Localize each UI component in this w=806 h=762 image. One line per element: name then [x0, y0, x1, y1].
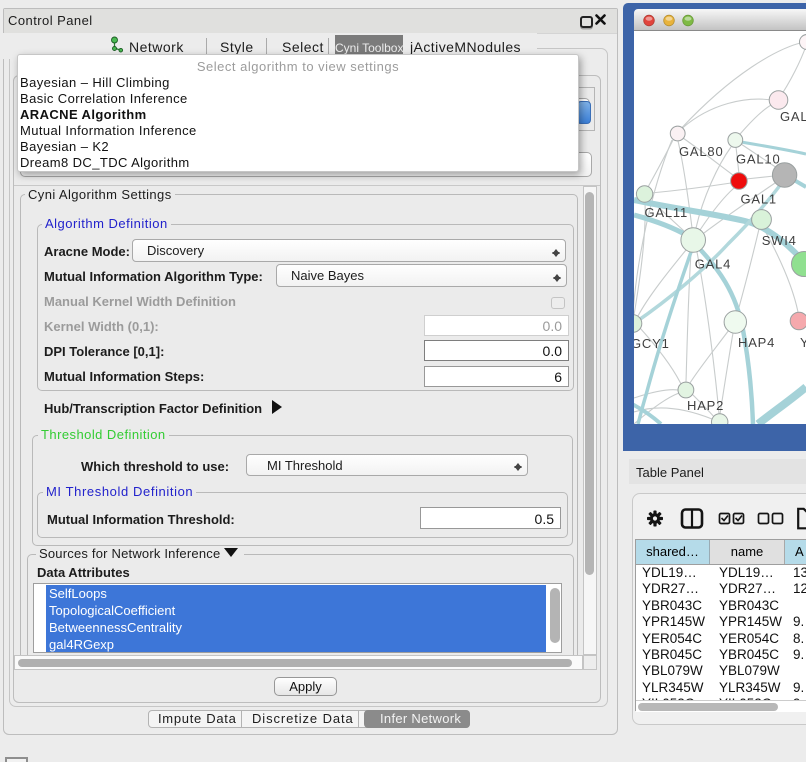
svg-text:HAP2: HAP2 [687, 398, 724, 413]
svg-text:SWI4: SWI4 [762, 233, 797, 248]
svg-text:GAL: GAL [780, 109, 806, 124]
svg-text:GAL1: GAL1 [741, 192, 777, 207]
svg-text:HAP4: HAP4 [738, 335, 775, 350]
svg-text:GAL11: GAL11 [645, 205, 689, 220]
svg-text:GAL10: GAL10 [736, 152, 780, 167]
svg-text:GAL4: GAL4 [695, 256, 731, 271]
svg-text:Y: Y [800, 335, 806, 350]
svg-text:GAL80: GAL80 [679, 144, 723, 159]
svg-text:GCY1: GCY1 [634, 336, 670, 351]
